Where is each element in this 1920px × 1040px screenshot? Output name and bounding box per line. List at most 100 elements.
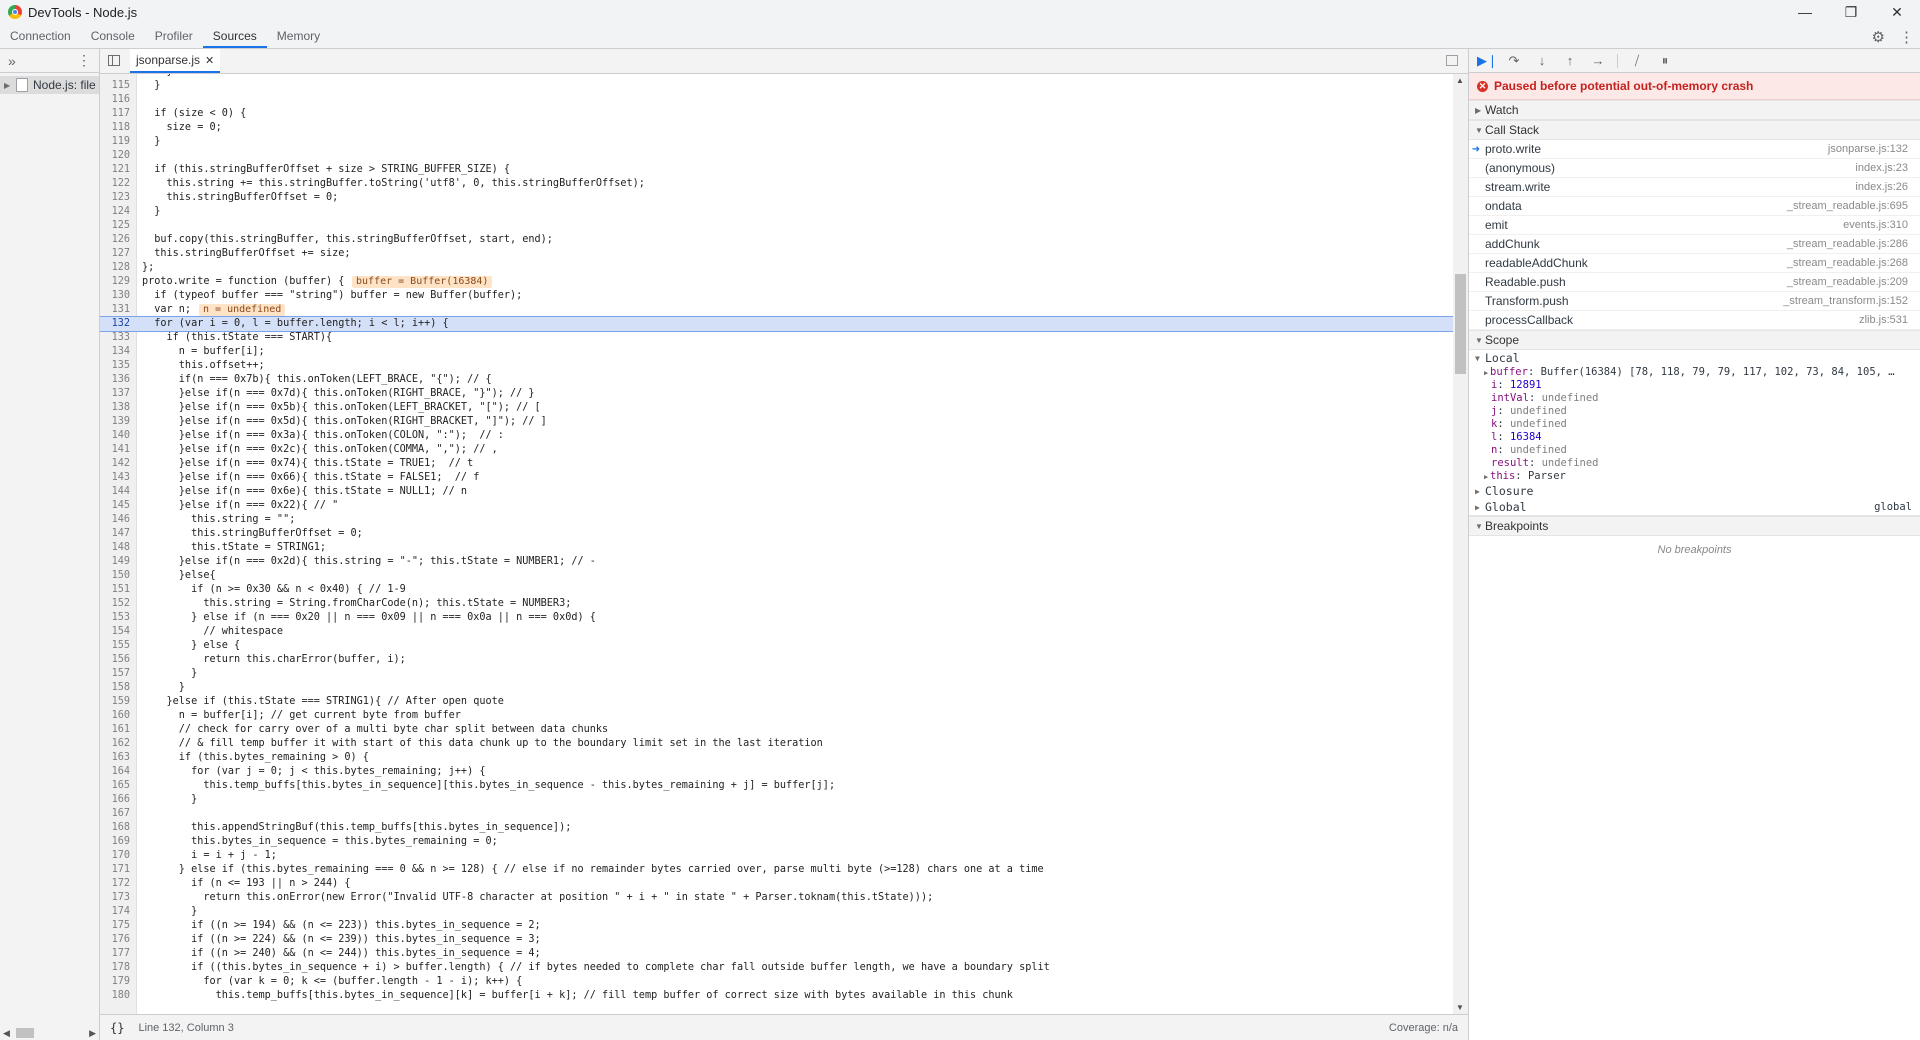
code-line[interactable]: 151 if (n >= 0x30 && n < 0x40) { // 1-9	[100, 583, 1453, 597]
call-frame[interactable]: ➜ proto.write jsonparse.js:132	[1469, 140, 1920, 159]
code-line[interactable]: 134 n = buffer[i];	[100, 345, 1453, 359]
scroll-down-icon[interactable]: ▼	[1456, 1003, 1464, 1012]
line-number[interactable]: 144	[100, 485, 130, 499]
code-line[interactable]: 144 }else if(n === 0x6e){ this.tState = …	[100, 485, 1453, 499]
line-number[interactable]: 135	[100, 359, 130, 373]
tab-console[interactable]: Console	[81, 24, 145, 48]
pretty-print-button[interactable]: {}	[110, 1021, 124, 1035]
line-number[interactable]: 117	[100, 107, 130, 121]
close-tab-icon[interactable]: ✕	[205, 54, 214, 67]
code-line[interactable]: 159 }else if (this.tState === STRING1){ …	[100, 695, 1453, 709]
scroll-thumb[interactable]	[15, 1028, 34, 1038]
section-call-stack[interactable]: ▼ Call Stack	[1469, 120, 1920, 140]
code-line[interactable]: 158 }	[100, 681, 1453, 695]
maximize-button[interactable]: ❐	[1828, 0, 1874, 24]
line-number[interactable]: 148	[100, 541, 130, 555]
code-line[interactable]: 153 } else if (n === 0x20 || n === 0x09 …	[100, 611, 1453, 625]
code-line[interactable]: 168 this.appendStringBuf(this.temp_buffs…	[100, 821, 1453, 835]
line-number[interactable]: 162	[100, 737, 130, 751]
line-number[interactable]: 159	[100, 695, 130, 709]
code-line[interactable]: 116	[100, 93, 1453, 107]
execution-line[interactable]: 132 for (var i = 0, l = buffer.length; i…	[100, 316, 1453, 332]
code-line[interactable]: 180 this.temp_buffs[this.bytes_in_sequen…	[100, 989, 1453, 1003]
line-number[interactable]: 131	[100, 303, 130, 317]
step-icon[interactable]: →	[1589, 53, 1607, 68]
call-frame[interactable]: (anonymous) index.js:23	[1469, 159, 1920, 178]
frame-location[interactable]: _stream_readable.js:286	[1787, 238, 1908, 250]
scope-variable[interactable]: i: 12891	[1469, 379, 1920, 392]
line-number[interactable]: 167	[100, 807, 130, 821]
line-number[interactable]: 132	[100, 317, 130, 331]
line-number[interactable]: 163	[100, 751, 130, 765]
call-frame[interactable]: Readable.push _stream_readable.js:209	[1469, 273, 1920, 292]
toggle-debugger-icon[interactable]	[1446, 55, 1458, 66]
scope-variable[interactable]: n: undefined	[1469, 444, 1920, 457]
line-number[interactable]: 176	[100, 933, 130, 947]
line-number[interactable]: 170	[100, 849, 130, 863]
line-number[interactable]: 136	[100, 373, 130, 387]
frame-location[interactable]: jsonparse.js:132	[1828, 143, 1908, 155]
code-line[interactable]: 150 }else{	[100, 569, 1453, 583]
code-line[interactable]: 115 }	[100, 79, 1453, 93]
frame-location[interactable]: _stream_transform.js:152	[1783, 295, 1908, 307]
scope-variable[interactable]: j: undefined	[1469, 405, 1920, 418]
tab-profiler[interactable]: Profiler	[145, 24, 203, 48]
code-line[interactable]: 139 }else if(n === 0x5d){ this.onToken(R…	[100, 415, 1453, 429]
code-line[interactable]: 167	[100, 807, 1453, 821]
code-line[interactable]: 179 for (var k = 0; k <= (buffer.length …	[100, 975, 1453, 989]
code-line[interactable]: 124 }	[100, 205, 1453, 219]
line-number[interactable]: 139	[100, 415, 130, 429]
line-number[interactable]: 157	[100, 667, 130, 681]
more-options-icon[interactable]: ⋮	[1899, 28, 1914, 46]
line-number[interactable]: 118	[100, 121, 130, 135]
line-number[interactable]: 165	[100, 779, 130, 793]
call-frame[interactable]: Transform.push _stream_transform.js:152	[1469, 292, 1920, 311]
code-line[interactable]: 140 }else if(n === 0x3a){ this.onToken(C…	[100, 429, 1453, 443]
code-line[interactable]: 156 return this.charError(buffer, i);	[100, 653, 1453, 667]
section-scope[interactable]: ▼ Scope	[1469, 330, 1920, 350]
line-number[interactable]: 122	[100, 177, 130, 191]
line-number[interactable]: 175	[100, 919, 130, 933]
more-tabs-chevron-icon[interactable]: »	[8, 53, 16, 69]
code-line[interactable]: 138 }else if(n === 0x5b){ this.onToken(L…	[100, 401, 1453, 415]
line-number[interactable]: 180	[100, 989, 130, 1003]
section-watch[interactable]: ▶ Watch	[1469, 100, 1920, 120]
section-breakpoints[interactable]: ▼ Breakpoints	[1469, 516, 1920, 536]
line-number[interactable]: 137	[100, 387, 130, 401]
frame-location[interactable]: _stream_readable.js:209	[1787, 276, 1908, 288]
close-window-button[interactable]: ✕	[1874, 0, 1920, 24]
call-frame[interactable]: emit events.js:310	[1469, 216, 1920, 235]
line-number[interactable]: 169	[100, 835, 130, 849]
line-number[interactable]: 126	[100, 233, 130, 247]
line-number[interactable]: 156	[100, 653, 130, 667]
deactivate-breakpoints-icon[interactable]: ⧸	[1628, 53, 1646, 69]
code-line[interactable]: 127 this.stringBufferOffset += size;	[100, 247, 1453, 261]
code-line[interactable]: 125	[100, 219, 1453, 233]
scope-variable[interactable]: result: undefined	[1469, 457, 1920, 470]
code-line[interactable]: 174 }	[100, 905, 1453, 919]
code-line[interactable]: 117 if (size < 0) {	[100, 107, 1453, 121]
line-number[interactable]: 154	[100, 625, 130, 639]
scope-closure[interactable]: ▶ Closure	[1469, 483, 1920, 499]
code-line[interactable]: 120	[100, 149, 1453, 163]
frame-location[interactable]: _stream_readable.js:268	[1787, 257, 1908, 269]
code-line[interactable]: 133 if (this.tState === START){	[100, 331, 1453, 345]
scope-global[interactable]: ▶ Global global	[1469, 499, 1920, 516]
tab-connection[interactable]: Connection	[0, 24, 81, 48]
scope-variable[interactable]: ▶ buffer: Buffer(16384) [78, 118, 79, 79,…	[1469, 366, 1920, 379]
line-number[interactable]: 140	[100, 429, 130, 443]
line-number[interactable]: 138	[100, 401, 130, 415]
line-number[interactable]: 172	[100, 877, 130, 891]
code-line[interactable]: 169 this.bytes_in_sequence = this.bytes_…	[100, 835, 1453, 849]
code-line[interactable]: 171 } else if (this.bytes_remaining === …	[100, 863, 1453, 877]
code-line[interactable]: 121 if (this.stringBufferOffset + size >…	[100, 163, 1453, 177]
code-line[interactable]: 162 // & fill temp buffer it with start …	[100, 737, 1453, 751]
code-line[interactable]: 137 }else if(n === 0x7d){ this.onToken(R…	[100, 387, 1453, 401]
settings-gear-icon[interactable]: ⚙	[1872, 28, 1885, 46]
call-frame[interactable]: processCallback zlib.js:531	[1469, 311, 1920, 330]
code-line[interactable]: 157 }	[100, 667, 1453, 681]
code-line[interactable]: 177 if ((n >= 240) && (n <= 244)) this.b…	[100, 947, 1453, 961]
scroll-right-icon[interactable]: ▶	[89, 1028, 96, 1039]
call-frame[interactable]: readableAddChunk _stream_readable.js:268	[1469, 254, 1920, 273]
line-number[interactable]: 178	[100, 961, 130, 975]
